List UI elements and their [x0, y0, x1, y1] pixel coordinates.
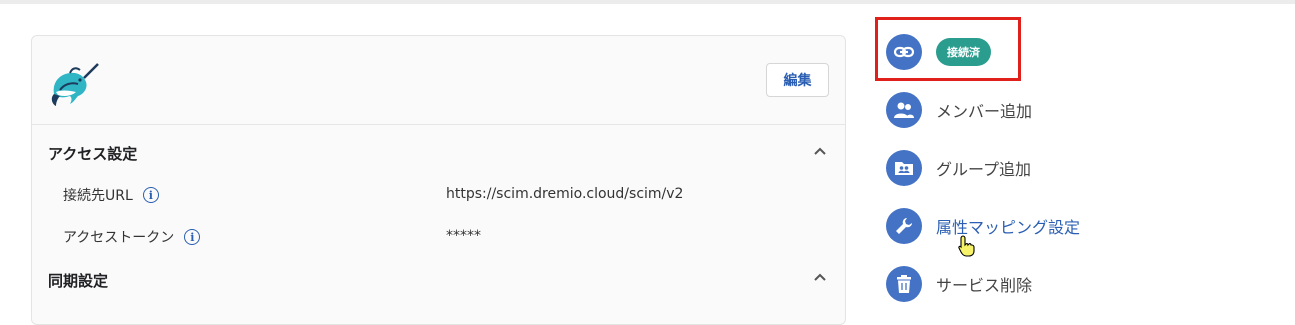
info-icon[interactable]: i: [142, 187, 159, 203]
wrench-icon: [886, 208, 922, 244]
attribute-mapping-action[interactable]: 属性マッピング設定: [886, 207, 1080, 245]
delete-service-action[interactable]: サービス削除: [886, 265, 1032, 303]
connection-status: 接続済: [886, 33, 991, 71]
add-member-label: メンバー追加: [936, 102, 1033, 121]
access-settings-title: アクセス設定: [48, 145, 138, 163]
chevron-up-icon[interactable]: [812, 269, 828, 285]
add-group-action[interactable]: グループ追加: [886, 149, 1031, 187]
narwhal-logo-icon: [51, 63, 99, 106]
endpoint-url-value: https://scim.dremio.cloud/scim/v2: [446, 186, 684, 202]
add-group-label: グループ追加: [936, 160, 1032, 179]
access-token-label: アクセストークン: [63, 230, 175, 246]
group-folder-icon: [886, 150, 922, 186]
sync-settings-title: 同期設定: [48, 272, 109, 290]
trash-icon: [886, 266, 922, 302]
access-token-value: *****: [446, 228, 481, 244]
edit-button[interactable]: 編集: [766, 63, 829, 97]
access-token-label-row: アクセストークン i: [63, 227, 201, 247]
hand-cursor-icon: [958, 235, 975, 257]
info-icon[interactable]: i: [184, 229, 201, 245]
add-member-action[interactable]: メンバー追加: [886, 91, 1032, 129]
card-header: 編集: [32, 36, 845, 125]
delete-service-label: サービス削除: [936, 276, 1033, 295]
chevron-up-icon[interactable]: [812, 143, 828, 159]
link-icon[interactable]: [886, 34, 922, 70]
service-card: 編集 アクセス設定 接続先URL i https://scim.dremio.c…: [31, 35, 846, 325]
users-icon: [886, 92, 922, 128]
status-badge: 接続済: [936, 38, 991, 66]
endpoint-url-label: 接続先URL: [63, 188, 133, 204]
endpoint-url-label-row: 接続先URL i: [63, 185, 159, 205]
top-divider: [0, 0, 1295, 4]
